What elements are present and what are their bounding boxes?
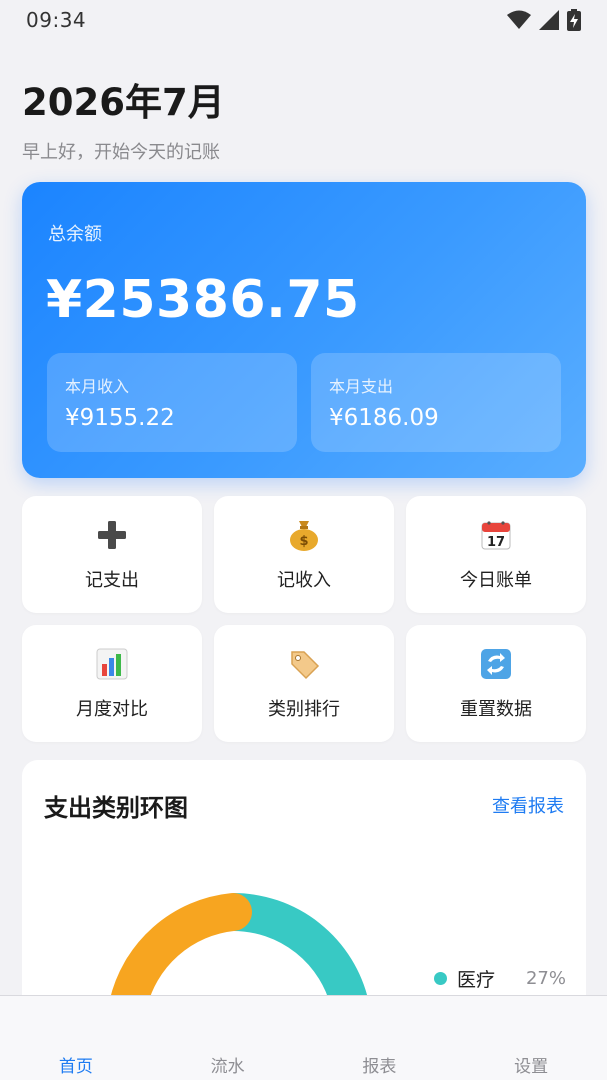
legend-name: 医疗: [457, 969, 496, 991]
monthly-compare-button[interactable]: 月度对比: [22, 625, 202, 742]
quick-action-grid: 记支出 $ 记收入 17 今日账单 月度对比 类别排行 重置数据: [22, 496, 586, 742]
plus-icon: [95, 518, 129, 552]
category-rank-button[interactable]: 类别排行: [214, 625, 394, 742]
monthly-income-value: ¥9155.22: [65, 405, 175, 431]
add-income-button[interactable]: $ 记收入: [214, 496, 394, 613]
wifi-icon: [507, 10, 531, 29]
tab-settings[interactable]: 设置: [455, 996, 607, 1080]
month-title[interactable]: 2026年7月: [22, 80, 225, 126]
monthly-expense-box[interactable]: 本月支出 ¥6186.09: [311, 353, 561, 452]
tag-icon: [287, 647, 321, 681]
legend-dot: [434, 972, 447, 985]
chart-title: 支出类别环图: [44, 794, 188, 822]
today-bill-label: 今日账单: [460, 569, 532, 591]
tab-transactions[interactable]: 流水: [152, 996, 304, 1080]
svg-text:17: 17: [487, 535, 505, 550]
view-report-link[interactable]: 查看报表: [492, 792, 564, 818]
battery-charging-icon: [567, 9, 581, 31]
monthly-expense-label: 本月支出: [329, 377, 394, 396]
donut-segment-orange: [109, 893, 252, 1005]
tab-home[interactable]: 首页: [0, 996, 152, 1080]
legend-item-medical: 医疗 27%: [434, 965, 566, 992]
add-expense-button[interactable]: 记支出: [22, 496, 202, 613]
monthly-income-box[interactable]: 本月收入 ¥9155.22: [47, 353, 297, 452]
monthly-expense-value: ¥6186.09: [329, 405, 439, 431]
expense-donut-chart: [109, 893, 369, 1005]
bottom-tab-bar: 首页 流水 报表 设置: [0, 995, 607, 1080]
monthly-compare-label: 月度对比: [76, 698, 148, 720]
balance-card[interactable]: 总余额 ¥25386.75 本月收入 ¥9155.22 本月支出 ¥6186.0…: [22, 182, 586, 478]
reset-data-label: 重置数据: [460, 698, 532, 720]
monthly-income-label: 本月收入: [65, 377, 130, 396]
status-bar: 09:34: [0, 0, 607, 40]
money-bag-icon: $: [287, 518, 321, 552]
cellular-signal-icon: [539, 10, 559, 30]
reset-data-button[interactable]: 重置数据: [406, 625, 586, 742]
svg-text:$: $: [299, 534, 308, 549]
today-bill-button[interactable]: 17 今日账单: [406, 496, 586, 613]
add-income-label: 记收入: [277, 569, 331, 591]
page-header: 2026年7月 早上好，开始今天的记账: [22, 80, 225, 164]
balance-label: 总余额: [48, 224, 102, 245]
refresh-icon: [479, 647, 513, 681]
donut-segment-medical: [232, 893, 369, 1005]
status-icons: [507, 9, 581, 31]
add-expense-label: 记支出: [85, 569, 139, 591]
greeting-text: 早上好，开始今天的记账: [22, 142, 220, 163]
bar-chart-icon: [95, 647, 129, 681]
calendar-icon: 17: [479, 518, 513, 552]
status-time: 09:34: [26, 8, 87, 32]
balance-value: ¥25386.75: [46, 270, 360, 330]
category-rank-label: 类别排行: [268, 698, 340, 720]
legend-percent: 27%: [525, 968, 566, 989]
tab-reports[interactable]: 报表: [304, 996, 456, 1080]
